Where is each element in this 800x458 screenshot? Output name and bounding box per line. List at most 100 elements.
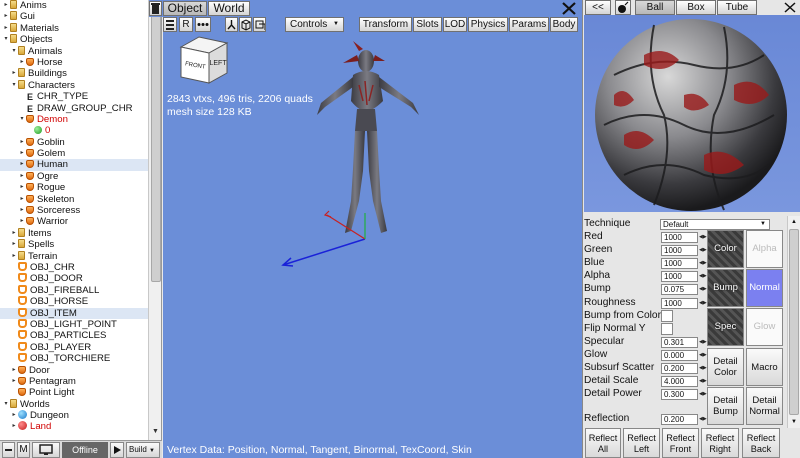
transform-button[interactable]: Transform [359,17,412,32]
perspective-button[interactable] [253,17,266,32]
tree-item[interactable]: ▸ Warrior [0,216,148,227]
alpha-texture-slot[interactable]: Alpha [746,230,783,268]
spinner-arrows-icon[interactable]: ◀▶ [699,284,707,295]
bump-texture-slot[interactable]: Bump [707,269,744,307]
scroll-down-arrow-icon[interactable]: ▼ [149,425,161,438]
tree-item[interactable]: ▸ Gui [0,11,148,22]
property-value-field[interactable]: 0.200 [661,363,698,374]
spinner-arrows-icon[interactable]: ◀▶ [699,414,707,425]
mode-m-button[interactable]: M [17,442,30,458]
collapsed-arrow-icon[interactable]: ▸ [10,251,18,262]
collapsed-arrow-icon[interactable]: ▸ [2,0,10,11]
color-texture-slot[interactable]: Color [707,230,744,268]
spinner-arrows-icon[interactable]: ◀▶ [699,337,707,348]
tree-item[interactable]: ▸ Sorceress [0,205,148,216]
tree-item[interactable]: ▸ Skeleton [0,194,148,205]
expanded-arrow-icon[interactable]: ▾ [18,114,26,125]
spinner-arrows-icon[interactable]: ◀▶ [699,271,707,282]
tab-object[interactable]: Object [163,1,207,16]
property-value-field[interactable]: 1000 [661,245,698,257]
collapsed-arrow-icon[interactable]: ▸ [18,194,26,205]
tree-item[interactable]: OBJ_TORCHIERE [0,353,148,364]
property-value-field[interactable]: 1000 [661,297,698,309]
spinner-arrows-icon[interactable]: ◀▶ [699,389,707,400]
spinner-arrows-icon[interactable]: ◀▶ [699,350,707,361]
collapsed-arrow-icon[interactable]: ▸ [18,205,26,216]
property-value-field[interactable]: 0.000 [661,349,698,361]
collapsed-arrow-icon[interactable]: ▸ [18,57,26,68]
tree-item[interactable]: ▸ Buildings [0,68,148,79]
tree-item[interactable]: ▸ Pentagram [0,376,148,387]
tree-item[interactable]: ▾ Worlds [0,398,148,410]
collapsed-arrow-icon[interactable]: ▸ [10,228,18,239]
tree-item[interactable]: ▸ Human [0,159,148,171]
spinner-arrows-icon[interactable]: ◀▶ [699,376,707,387]
collapsed-arrow-icon[interactable]: ▸ [10,410,18,421]
flip-normal-y-checkbox[interactable] [661,322,673,335]
glow-texture-slot[interactable]: Glow [746,308,783,346]
tree-item[interactable]: OBJ_HORSE [0,296,148,307]
scroll-down-arrow-icon[interactable]: ▼ [788,416,800,428]
trash-button[interactable] [149,1,162,16]
tree-item[interactable]: ▾ Characters [0,79,148,91]
collapsed-arrow-icon[interactable]: ▸ [10,239,18,250]
transform-gizmo[interactable] [277,203,377,273]
dots-button[interactable] [195,17,211,32]
box-view-button[interactable] [239,17,252,32]
spinner-arrows-icon[interactable]: ◀▶ [699,298,707,309]
reflect-right-button[interactable]: Reflect Right [701,428,739,458]
collapsed-arrow-icon[interactable]: ▸ [18,137,26,148]
expanded-arrow-icon[interactable]: ▾ [10,80,18,91]
tree-item[interactable]: ▸ Anims [0,0,148,11]
scrollbar-thumb[interactable] [789,229,799,415]
collapsed-arrow-icon[interactable]: ▸ [10,68,18,79]
tree-item[interactable]: OBJ_ITEM [0,307,148,319]
close-icon[interactable] [782,1,798,14]
tree-item[interactable]: ▸ Land [0,421,148,432]
tree-item[interactable]: ▸ Golem [0,148,148,159]
collapsed-arrow-icon[interactable]: ▸ [2,23,10,34]
detail-normal-button[interactable]: Detail Normal [746,387,783,425]
light-button[interactable] [615,0,631,15]
close-icon[interactable] [560,1,578,16]
view-cube[interactable]: FRONT LEFT [175,33,233,91]
technique-select[interactable]: Default ▼ [660,219,770,230]
tree-item[interactable]: ▾ Animals [0,45,148,57]
reflection-value-field[interactable]: 0.200 [661,414,698,425]
property-value-field[interactable]: 4.000 [661,376,698,388]
collapse-button[interactable]: << [585,0,611,15]
collapsed-arrow-icon[interactable]: ▸ [18,216,26,227]
collapsed-arrow-icon[interactable]: ▸ [10,376,18,387]
collapsed-arrow-icon[interactable]: ▸ [18,171,26,182]
bump-from-color-checkbox[interactable] [661,309,673,322]
tree-item[interactable]: ▸ Door [0,365,148,376]
spinner-arrows-icon[interactable]: ◀▶ [699,363,707,374]
tree-item[interactable]: OBJ_LIGHT_POINT [0,318,148,330]
macro-button[interactable]: Macro [746,348,783,386]
tree-item[interactable]: OBJ_CHR [0,261,148,273]
tab-box[interactable]: Box [676,0,716,15]
play-button[interactable] [110,442,124,458]
r-button[interactable]: R [179,17,193,32]
tree-item[interactable]: ▸ Materials [0,22,148,34]
spinner-arrows-icon[interactable]: ◀▶ [699,245,707,256]
expanded-arrow-icon[interactable]: ▾ [2,34,10,45]
tree-item[interactable]: ▸ Items [0,227,148,239]
reflect-back-button[interactable]: Reflect Back [742,428,780,458]
reflect-left-button[interactable]: Reflect Left [623,428,660,458]
collapsed-arrow-icon[interactable]: ▸ [18,148,26,159]
detail-color-button[interactable]: Detail Color [707,348,744,386]
body-button[interactable]: Body [550,17,578,32]
align-button[interactable] [163,17,177,32]
tab-world[interactable]: World [208,1,250,16]
tree-item[interactable]: ▾ Objects [0,34,148,45]
tree-item[interactable]: ▸ Dungeon [0,410,148,421]
tree-item[interactable]: E DRAW_GROUP_CHR [0,103,148,114]
tree-item[interactable]: OBJ_FIREBALL [0,284,148,296]
tree-scrollbar[interactable]: ▲ ▼ [148,0,161,440]
params-button[interactable]: Params [509,17,549,32]
3d-viewport[interactable]: R Controls ▼ Transform Slots LOD Physics… [163,17,582,458]
scrollbar-thumb[interactable] [151,14,161,282]
tree-item[interactable]: E CHR_TYPE [0,91,148,102]
tree-item[interactable]: OBJ_PLAYER [0,341,148,353]
